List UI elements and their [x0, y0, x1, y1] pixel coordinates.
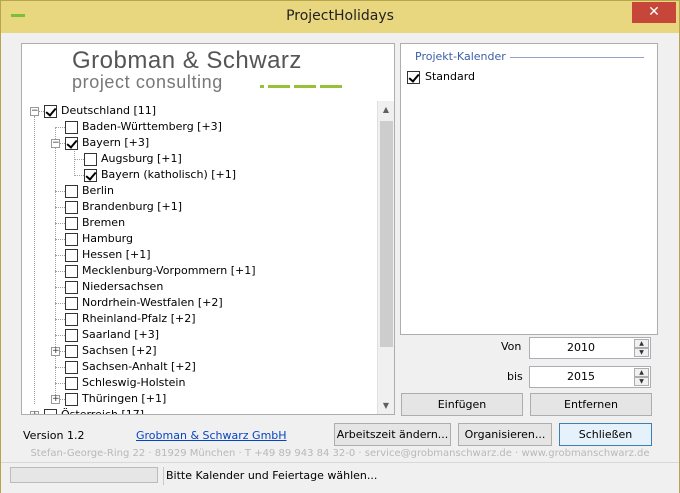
collapse-icon[interactable]: − [30, 107, 39, 116]
close-button[interactable]: Schließen [559, 423, 652, 446]
scroll-thumb[interactable] [380, 121, 393, 347]
checkbox-icon[interactable] [65, 297, 78, 310]
version-label: Version 1.2 [23, 429, 85, 442]
checkbox-icon[interactable] [65, 345, 78, 358]
checkbox-icon[interactable] [65, 217, 78, 230]
checkbox-icon[interactable] [65, 313, 78, 326]
from-year-spinner[interactable]: 2010 ▲ ▼ [529, 337, 651, 359]
tree-item-label: Thüringen [+1] [82, 392, 167, 405]
expand-icon[interactable]: + [51, 347, 60, 356]
project-calendar-panel: Projekt-Kalender Standard [400, 43, 658, 335]
title-bar[interactable]: ProjectHolidays ✕ [1, 1, 679, 33]
tree-item-label: Hamburg [82, 232, 133, 245]
logo-tagline: project consulting [72, 72, 223, 92]
logo-accent-bars [260, 85, 344, 88]
expand-icon[interactable]: + [30, 411, 39, 414]
from-year-value[interactable]: 2010 [530, 341, 632, 354]
decrement-icon[interactable]: ▼ [634, 348, 649, 357]
checkbox-icon[interactable] [65, 121, 78, 134]
region-tree-panel: Grobman & Schwarz project consulting − De… [21, 43, 395, 415]
company-link[interactable]: Grobman & Schwarz GmbH [136, 429, 287, 442]
to-year-value[interactable]: 2015 [530, 370, 632, 383]
checkbox-icon[interactable] [84, 153, 97, 166]
collapse-icon[interactable]: − [51, 139, 60, 148]
checkbox-icon[interactable] [407, 71, 420, 84]
tree-item-label: Saarland [+3] [82, 328, 160, 341]
tree-item-label: Bayern [+3] [82, 136, 150, 149]
checkbox-icon[interactable] [44, 409, 57, 414]
checkbox-icon[interactable] [65, 137, 78, 150]
tree-item-label: Sachsen [+2] [82, 344, 157, 357]
checkbox-icon[interactable] [65, 281, 78, 294]
tree-item-label: Berlin [82, 184, 114, 197]
tree-item-label: Bremen [82, 216, 126, 229]
company-logo: Grobman & Schwarz project consulting [72, 47, 352, 92]
tree-item-label: Sachsen-Anhalt [+2] [82, 360, 196, 373]
company-address: Stefan-George-Ring 22 · 81929 München · … [30, 448, 650, 459]
checkbox-icon[interactable] [65, 201, 78, 214]
checkbox-icon[interactable] [44, 105, 57, 118]
close-window-button[interactable]: ✕ [632, 2, 676, 23]
to-year-spinner[interactable]: 2015 ▲ ▼ [529, 366, 651, 388]
holiday-region-tree[interactable]: − Deutschland [11] Baden-Württemberg [+3] −… [22, 101, 379, 414]
tree-item-label: Österreich [17] [61, 408, 144, 415]
from-year-stepper[interactable]: ▲ ▼ [634, 339, 649, 357]
checkbox-icon[interactable] [65, 377, 78, 390]
change-worktime-button[interactable]: Arbeitszeit ändern... [334, 423, 451, 446]
calendar-item-label: Standard [425, 70, 476, 83]
scroll-down-icon[interactable]: ▼ [378, 397, 394, 414]
status-bar: Bitte Kalender und Feiertage wählen... [1, 462, 679, 493]
window-title: ProjectHolidays [286, 8, 394, 24]
checkbox-icon[interactable] [65, 393, 78, 406]
tree-item-label: Mecklenburg-Vorpommern [+1] [82, 264, 256, 277]
increment-icon[interactable]: ▲ [634, 368, 649, 377]
checkbox-icon[interactable] [65, 265, 78, 278]
calendar-legend: Projekt-Kalender [415, 50, 510, 63]
tree-scrollbar[interactable]: ▲ ▼ [377, 101, 394, 414]
tree-item-label: Baden-Württemberg [+3] [82, 120, 222, 133]
app-window: ProjectHolidays ✕ Grobman & Schwarz proj… [0, 0, 680, 493]
checkbox-icon[interactable] [84, 169, 97, 182]
status-text: Bitte Kalender und Feiertage wählen... [166, 469, 378, 482]
insert-button[interactable]: Einfügen [401, 393, 523, 416]
tree-item-label: Nordrhein-Westfalen [+2] [82, 296, 223, 309]
legend-divider [504, 57, 644, 58]
scroll-up-icon[interactable]: ▲ [378, 101, 394, 118]
tree-item-label: Hessen [+1] [82, 248, 151, 261]
tree-guide-line [74, 148, 75, 176]
remove-button[interactable]: Entfernen [530, 393, 652, 416]
checkbox-icon[interactable] [65, 185, 78, 198]
decrement-icon[interactable]: ▼ [634, 377, 649, 386]
logo-wordmark: Grobman & Schwarz [72, 47, 302, 74]
expand-icon[interactable]: + [51, 395, 60, 404]
checkbox-icon[interactable] [65, 329, 78, 342]
tree-item-label: Rheinland-Pfalz [+2] [82, 312, 196, 325]
tree-item-label: Deutschland [11] [61, 104, 157, 117]
status-divider [163, 467, 164, 485]
tree-item-label: Niedersachsen [82, 280, 164, 293]
increment-icon[interactable]: ▲ [634, 339, 649, 348]
checkbox-icon[interactable] [65, 249, 78, 262]
tree-item-label: Schleswig-Holstein [82, 376, 186, 389]
organize-button[interactable]: Organisieren... [458, 423, 552, 446]
to-year-stepper[interactable]: ▲ ▼ [634, 368, 649, 386]
tree-guide-line [55, 127, 56, 401]
tree-item-label: Brandenburg [+1] [82, 200, 183, 213]
tree-guide-line [34, 116, 35, 404]
tree-item-label: Bayern (katholisch) [+1] [101, 168, 237, 181]
status-progress-bar [10, 467, 158, 483]
tree-item-label: Augsburg [+1] [101, 152, 182, 165]
checkbox-icon[interactable] [65, 361, 78, 374]
checkbox-icon[interactable] [65, 233, 78, 246]
